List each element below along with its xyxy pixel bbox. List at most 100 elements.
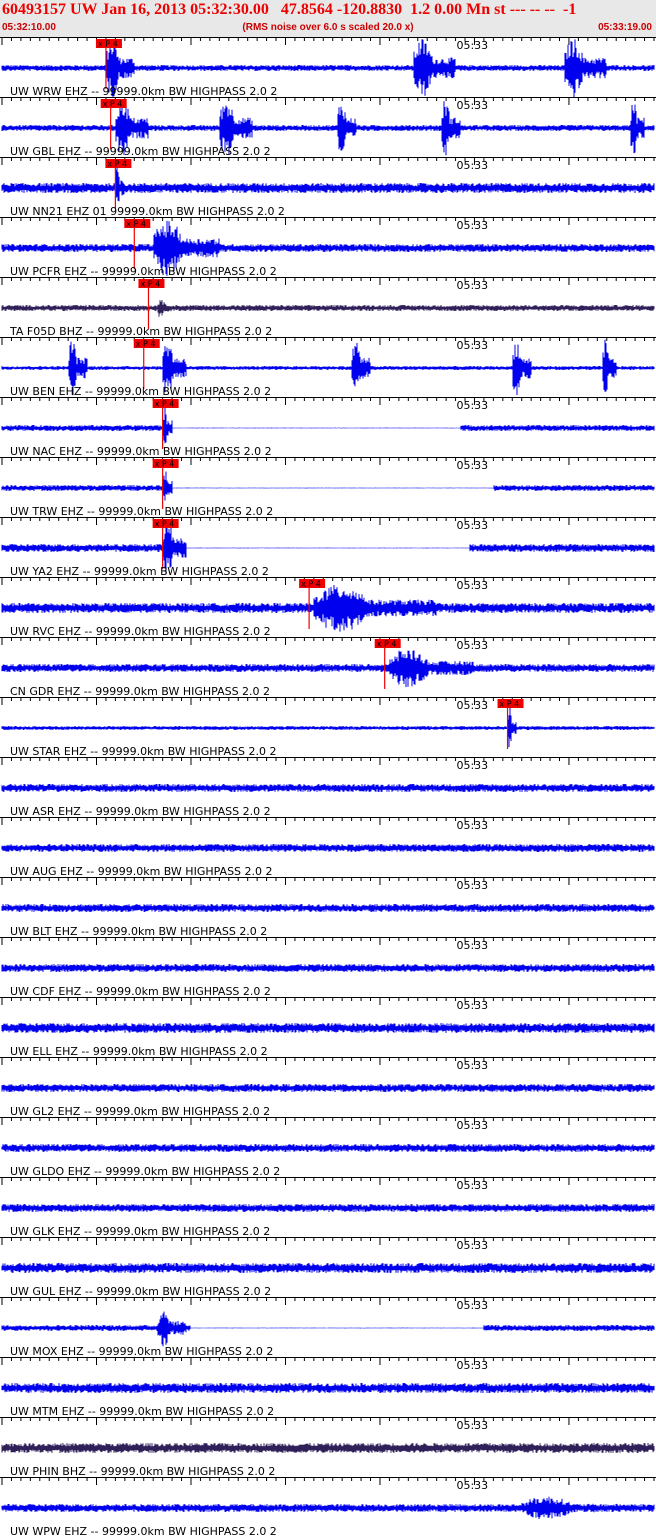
trace-row: 05:33 x P 4 UW RVC EHZ -- 99999.0km BW HIG… xyxy=(0,577,656,638)
waveform xyxy=(1,650,655,688)
station-label: UW BLT EHZ -- 99999.0km BW HIGHPASS 2.0 … xyxy=(10,925,267,938)
waveform xyxy=(1,1263,655,1273)
waveform xyxy=(1,471,655,501)
waveform xyxy=(1,164,655,202)
pick-label: x P 4 xyxy=(155,400,175,409)
waveform xyxy=(1,1383,655,1393)
trace-row: 05:33 UW GUL EHZ -- 99999.0km BW HIGHPASS… xyxy=(0,1237,656,1298)
station-label: UW NN21 EHZ 01 99999.0km BW HIGHPASS 2.0… xyxy=(10,205,285,218)
waveform xyxy=(1,1311,655,1347)
minute-label: 05:33 xyxy=(456,519,488,532)
noise-scaling-note: (RMS noise over 6.0 s scaled 20.0 x) xyxy=(242,22,414,33)
pick-label: x P 4 xyxy=(140,280,160,289)
waveform xyxy=(1,1443,655,1453)
pick-label: x P 4 xyxy=(126,220,146,229)
waveform xyxy=(1,406,655,444)
trace-row: 05:33 UW PHIN BHZ -- 99999.0km BW HIGHPAS… xyxy=(0,1417,656,1478)
minute-label: 05:33 xyxy=(456,1119,488,1132)
trace-row: 05:33 UW GLDO EHZ -- 99999.0km BW HIGHPAS… xyxy=(0,1117,656,1178)
minute-label: 05:33 xyxy=(456,1479,488,1492)
minute-label: 05:33 xyxy=(456,999,488,1012)
plot-header: 60493157 UW Jan 16, 2013 05:32:30.00 47.… xyxy=(0,0,656,37)
waveform xyxy=(1,964,655,972)
minute-label: 05:33 xyxy=(456,99,488,112)
waveform xyxy=(1,784,655,792)
pick-label: x P 4 xyxy=(103,100,123,109)
minute-label: 05:33 xyxy=(456,159,488,172)
station-label: UW WPW EHZ -- 99999.0km BW HIGHPASS 2.0 … xyxy=(10,1525,277,1538)
trace-row: 05:33 UW GLK EHZ -- 99999.0km BW HIGHPASS… xyxy=(0,1177,656,1238)
station-label: UW STAR EHZ -- 99999.0km BW HIGHPASS 2.0… xyxy=(10,745,276,758)
minute-label: 05:33 xyxy=(456,639,488,652)
pick-label: x P 4 xyxy=(377,640,397,649)
station-label: TA F05D BHZ -- 99999.0km BW HIGHPASS 2.0… xyxy=(9,325,272,338)
minute-label: 05:33 xyxy=(456,39,488,52)
station-label: UW BEN EHZ -- 99999.0km BW HIGHPASS 2.0 … xyxy=(10,385,271,398)
trace-row: 05:33 x P 4 UW WRW EHZ -- 99999.0km BW HIG… xyxy=(0,37,656,98)
trace-row: 05:33 UW BLT EHZ -- 99999.0km BW HIGHPASS… xyxy=(0,877,656,938)
waveform xyxy=(1,1144,655,1152)
trace-row: 05:33 x P 4 TA F05D BHZ -- 99999.0km BW HI… xyxy=(0,277,656,338)
trace-row: 05:33 x P 4 CN GDR EHZ -- 99999.0km BW HIG… xyxy=(0,637,656,698)
station-label: UW RVC EHZ -- 99999.0km BW HIGHPASS 2.0 … xyxy=(10,625,271,638)
minute-label: 05:33 xyxy=(456,699,488,712)
waveform xyxy=(1,706,655,748)
trace-row: 05:33 UW MTM EHZ -- 99999.0km BW HIGHPASS… xyxy=(0,1357,656,1418)
waveform xyxy=(1,1084,655,1092)
waveform xyxy=(1,1204,655,1212)
trace-row: 05:33 x P 4 UW NAC EHZ -- 99999.0km BW HIG… xyxy=(0,397,656,458)
trace-row: 05:33 UW ELL EHZ -- 99999.0km BW HIGHPASS… xyxy=(0,997,656,1058)
waveform xyxy=(1,844,655,852)
trace-row: 05:33 x P 4 UW TRW EHZ -- 99999.0km BW HIG… xyxy=(0,457,656,518)
minute-label: 05:33 xyxy=(456,399,488,412)
station-label: CN GDR EHZ -- 99999.0km BW HIGHPASS 2.0 … xyxy=(10,685,270,698)
pick-label: x P 4 xyxy=(301,580,321,589)
minute-label: 05:33 xyxy=(456,1059,488,1072)
trace-row: 05:33 x P 4 UW BEN EHZ -- 99999.0km BW HIG… xyxy=(0,337,656,398)
station-label: UW GLK EHZ -- 99999.0km BW HIGHPASS 2.0 … xyxy=(10,1225,270,1238)
station-label: UW GUL EHZ -- 99999.0km BW HIGHPASS 2.0 … xyxy=(10,1285,271,1298)
waveform xyxy=(1,1496,655,1519)
trace-row: 05:33 x P 4 UW GBL EHZ -- 99999.0km BW HIG… xyxy=(0,97,656,158)
station-label: UW NAC EHZ -- 99999.0km BW HIGHPASS 2.0 … xyxy=(10,445,272,458)
trace-row: 05:33 UW AUG EHZ -- 99999.0km BW HIGHPASS… xyxy=(0,817,656,878)
event-title: 60493157 UW Jan 16, 2013 05:32:30.00 47.… xyxy=(2,1,577,18)
station-label: UW GLDO EHZ -- 99999.0km BW HIGHPASS 2.0… xyxy=(10,1165,280,1178)
station-label: UW GL2 EHZ -- 99999.0km BW HIGHPASS 2.0 … xyxy=(10,1105,270,1118)
waveform xyxy=(1,904,655,912)
minute-label: 05:33 xyxy=(456,1359,488,1372)
station-label: UW YA2 EHZ -- 99999.0km BW HIGHPASS 2.0 … xyxy=(10,565,269,578)
pick-label: x P 4 xyxy=(107,160,127,169)
pick-label: x P 4 xyxy=(98,40,118,49)
waveform xyxy=(1,300,655,317)
trace-row: 05:33 UW MOX EHZ -- 99999.0km BW HIGHPASS… xyxy=(0,1297,656,1358)
trace-row: 05:33 x P 4 UW NN21 EHZ 01 99999.0km BW HI… xyxy=(0,157,656,218)
station-label: UW ELL EHZ -- 99999.0km BW HIGHPASS 2.0 … xyxy=(10,1045,268,1058)
station-label: UW ASR EHZ -- 99999.0km BW HIGHPASS 2.0 … xyxy=(10,805,271,818)
minute-label: 05:33 xyxy=(456,459,488,472)
minute-label: 05:33 xyxy=(456,579,488,592)
pick-label: x P 4 xyxy=(155,520,175,529)
minute-label: 05:33 xyxy=(456,759,488,772)
minute-label: 05:33 xyxy=(456,1179,488,1192)
trace-row: 05:33 x P 4 UW YA2 EHZ -- 99999.0km BW HIG… xyxy=(0,517,656,578)
minute-label: 05:33 xyxy=(456,819,488,832)
pick-label: x P 4 xyxy=(500,700,520,709)
minute-label: 05:33 xyxy=(456,339,488,352)
station-label: UW MOX EHZ -- 99999.0km BW HIGHPASS 2.0 … xyxy=(10,1345,273,1358)
station-label: UW TRW EHZ -- 99999.0km BW HIGHPASS 2.0 … xyxy=(10,505,273,518)
station-label: UW AUG EHZ -- 99999.0km BW HIGHPASS 2.0 … xyxy=(10,865,273,878)
minute-label: 05:33 xyxy=(456,279,488,292)
pick-label: x P 4 xyxy=(136,340,156,349)
pick-label: x P 4 xyxy=(155,460,175,469)
seismogram-panel: 05:33 x P 4 UW WRW EHZ -- 99999.0km BW HIG… xyxy=(0,37,656,1538)
trace-row: 05:33 UW ASR EHZ -- 99999.0km BW HIGHPASS… xyxy=(0,757,656,818)
minute-label: 05:33 xyxy=(456,1299,488,1312)
trace-row: 05:33 UW CDF EHZ -- 99999.0km BW HIGHPASS… xyxy=(0,937,656,998)
minute-label: 05:33 xyxy=(456,1239,488,1252)
trace-row: 05:33 UW GL2 EHZ -- 99999.0km BW HIGHPASS… xyxy=(0,1057,656,1118)
station-label: UW CDF EHZ -- 99999.0km BW HIGHPASS 2.0 … xyxy=(10,985,271,998)
trace-row: 05:33 UW WPW EHZ -- 99999.0km BW HIGHPASS… xyxy=(0,1477,656,1538)
station-label: UW MTM EHZ -- 99999.0km BW HIGHPASS 2.0 … xyxy=(10,1405,274,1418)
trace-row: 05:33 x P 4 UW PCFR EHZ -- 99999.0km BW HI… xyxy=(0,217,656,278)
